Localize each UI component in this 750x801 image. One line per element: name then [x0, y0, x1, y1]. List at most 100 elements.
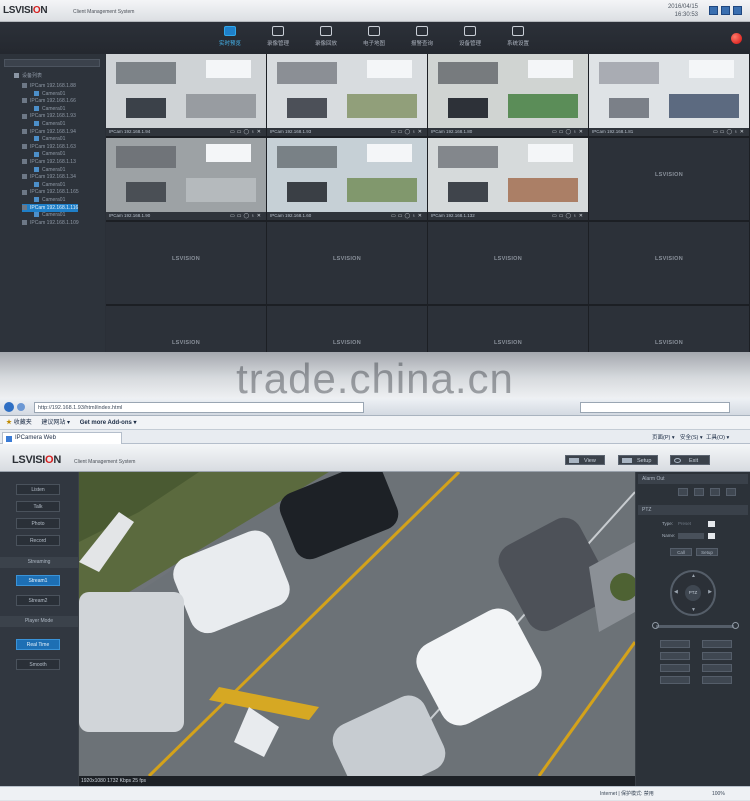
call-button[interactable]: Call — [670, 548, 692, 556]
speed-minus-icon[interactable] — [652, 622, 659, 629]
exit-button[interactable]: Exit — [670, 455, 710, 465]
empty-channel[interactable]: LSVISION — [106, 222, 266, 304]
channel-watermark: LSVISION — [654, 172, 684, 178]
alarm-out-3[interactable] — [710, 488, 720, 496]
camera-view[interactable]: IPCam 192.168.1.81 ▭▭◯♁✕ — [589, 54, 749, 136]
real-time-button[interactable]: Real Time — [16, 639, 60, 650]
light-button[interactable] — [702, 676, 732, 684]
favorites-bar: ★ 收藏夹 建议网站 ▾ Get more Add-ons ▾ — [0, 416, 750, 430]
type-select[interactable]: Preset — [678, 521, 691, 526]
camera-controls-icon[interactable]: ▭▭◯♁✕ — [230, 128, 263, 136]
channel-watermark: LSVISION — [332, 340, 362, 346]
nav-item-4[interactable]: 报警查询 — [398, 26, 446, 52]
camera-view[interactable]: IPCam 192.168.1.132 ▭▭◯♁✕ — [428, 138, 588, 220]
camera-view[interactable]: IPCam 192.168.1.60 ▭▭◯♁✕ — [267, 138, 427, 220]
alarm-out-label: Alarm Out — [638, 474, 748, 484]
tree-search-input[interactable] — [4, 59, 100, 67]
arrow-right-icon[interactable]: ▶ — [708, 589, 712, 595]
live-video[interactable] — [79, 472, 635, 776]
tool-page[interactable]: 页面(P) ▾ — [652, 433, 675, 441]
page-icon — [6, 436, 12, 442]
type-checkbox[interactable] — [708, 521, 715, 527]
iris-plus-button[interactable] — [702, 664, 732, 672]
nav-item-3[interactable]: 电子地图 — [350, 26, 398, 52]
camera-frame — [428, 54, 588, 128]
fav-addons[interactable]: Get more Add-ons ▾ — [80, 420, 137, 426]
favorites-label[interactable]: 收藏夹 — [14, 420, 32, 426]
tree-device[interactable]: IPCam 192.168.1.109 — [22, 219, 79, 227]
camera-view[interactable]: IPCam 192.168.1.94 ▭▭◯♁✕ — [106, 54, 266, 136]
alarm-out-2[interactable] — [694, 488, 704, 496]
tool-tools[interactable]: 工具(O) ▾ — [706, 433, 729, 441]
empty-channel[interactable]: LSVISION — [267, 222, 427, 304]
forward-icon[interactable] — [17, 403, 25, 411]
alarm-out-1[interactable] — [678, 488, 688, 496]
photo-button[interactable]: Photo — [16, 518, 60, 529]
channel-watermark: LSVISION — [171, 340, 201, 346]
browser-search-input[interactable] — [580, 402, 730, 413]
arrow-left-icon[interactable]: ◀ — [674, 589, 678, 595]
empty-channel[interactable]: LSVISION — [589, 222, 749, 304]
nav-item-1[interactable]: 录像管理 — [254, 26, 302, 52]
close-button[interactable] — [733, 6, 742, 15]
nav-label: 系统设置 — [506, 41, 529, 47]
listen-button[interactable]: Listen — [16, 484, 60, 495]
preset-setup-button[interactable]: Setup — [696, 548, 718, 556]
speed-slider[interactable] — [656, 625, 734, 628]
view-button[interactable]: View — [565, 455, 605, 465]
cms-logo: LSVISION — [3, 5, 48, 16]
speed-plus-icon[interactable] — [732, 622, 739, 629]
camera-node-icon — [34, 90, 39, 96]
minimize-button[interactable] — [721, 6, 730, 15]
nav-item-6[interactable]: 系统设置 — [494, 26, 542, 52]
setup-button[interactable]: Setup — [618, 455, 658, 465]
zoom-level[interactable]: 100% — [712, 787, 725, 801]
empty-channel[interactable]: LSVISION — [589, 138, 749, 220]
zoom-plus-button[interactable] — [702, 640, 732, 648]
focus-minus-button[interactable] — [660, 652, 690, 660]
name-input[interactable] — [678, 533, 704, 539]
focus-plus-button[interactable] — [702, 652, 732, 660]
camera-controls-icon[interactable]: ▭▭◯♁✕ — [391, 212, 424, 220]
nav-item-5[interactable]: 设备管理 — [446, 26, 494, 52]
camera-view[interactable]: IPCam 192.168.1.93 ▭▭◯♁✕ — [267, 54, 427, 136]
talk-button[interactable]: Talk — [16, 501, 60, 512]
iris-minus-button[interactable] — [660, 664, 690, 672]
nav-label: 录像回放 — [314, 41, 337, 47]
tools-icon — [512, 26, 524, 36]
url-input[interactable]: http://192.168.1.93/html/index.html — [34, 402, 364, 413]
tool-safety[interactable]: 安全(S) ▾ — [680, 433, 703, 441]
camera-controls-icon[interactable]: ▭▭◯♁✕ — [552, 212, 585, 220]
back-icon[interactable] — [4, 402, 14, 412]
arrow-up-icon[interactable]: ▲ — [691, 573, 696, 579]
ptz-center-button[interactable]: PTZ — [685, 585, 701, 601]
tab-ipcamera[interactable]: IPCamera Web — [2, 432, 122, 444]
camera-controls-icon[interactable]: ▭▭◯♁✕ — [391, 128, 424, 136]
tree-root[interactable]: 设备列表 — [14, 72, 42, 80]
camera-controls-icon[interactable]: ▭▭◯♁✕ — [552, 128, 585, 136]
name-checkbox[interactable] — [708, 533, 715, 539]
record-button[interactable]: Record — [16, 535, 60, 546]
arrow-down-icon[interactable]: ▼ — [691, 607, 696, 613]
zoom-minus-button[interactable] — [660, 640, 690, 648]
empty-channel[interactable]: LSVISION — [428, 222, 588, 304]
auto-button[interactable] — [660, 676, 690, 684]
stream2-button[interactable]: Stream2 — [16, 595, 60, 606]
fav-suggested[interactable]: 建议网站 ▾ — [41, 420, 70, 426]
nav-item-2[interactable]: 录像回放 — [302, 26, 350, 52]
camera-view[interactable]: IPCam 192.168.1.90 ▭▭◯♁✕ — [106, 138, 266, 220]
camera-label: IPCam 192.168.1.90 ▭▭◯♁✕ — [106, 212, 266, 220]
nav-item-0[interactable]: 实时预览 — [206, 26, 254, 52]
ptz-dpad[interactable]: PTZ ▲ ▼ ◀ ▶ — [670, 570, 716, 616]
camera-view[interactable]: IPCam 192.168.1.80 ▭▭◯♁✕ — [428, 54, 588, 136]
record-indicator-icon[interactable] — [731, 33, 742, 44]
type-label: Type: — [662, 521, 674, 526]
stream1-button[interactable]: Stream1 — [16, 575, 60, 586]
star-icon[interactable]: ★ — [6, 420, 12, 426]
channel-watermark: LSVISION — [654, 340, 684, 346]
smooth-button[interactable]: Smooth — [16, 659, 60, 670]
lock-button[interactable] — [709, 6, 718, 15]
camera-controls-icon[interactable]: ▭▭◯♁✕ — [713, 128, 746, 136]
camera-controls-icon[interactable]: ▭▭◯♁✕ — [230, 212, 263, 220]
alarm-out-4[interactable] — [726, 488, 736, 496]
